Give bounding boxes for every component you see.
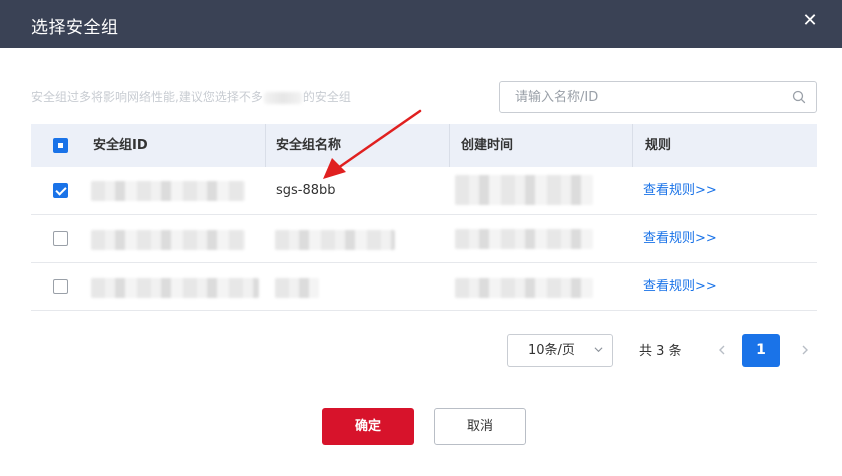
column-divider <box>265 124 266 167</box>
hint-text: 安全组过多将影响网络性能,建议您选择不多 的安全组 <box>31 88 351 105</box>
view-rules-link[interactable]: 查看规则>> <box>643 167 717 215</box>
redacted-id <box>91 278 259 298</box>
security-group-name: sgs-88bb <box>276 183 336 198</box>
column-header-rules: 规则 <box>645 138 672 153</box>
select-all-checkbox[interactable] <box>53 138 68 153</box>
page-size-value: 10条/页 <box>528 343 575 358</box>
chevron-right-icon[interactable] <box>798 340 812 360</box>
hint-suffix: 的安全组 <box>302 90 351 104</box>
search-box[interactable] <box>499 81 817 113</box>
chevron-left-icon[interactable] <box>715 340 729 360</box>
dialog-header: 选择安全组 ✕ <box>0 0 842 48</box>
total-count: 共 3 条 <box>639 344 682 359</box>
column-header-created: 创建时间 <box>461 138 514 153</box>
column-divider <box>449 124 450 167</box>
search-input[interactable] <box>515 88 775 106</box>
column-divider <box>632 124 633 167</box>
row-checkbox[interactable] <box>53 231 68 246</box>
table-row[interactable]: sgs-88bb 查看规则>> <box>31 167 817 215</box>
redacted-id <box>91 181 245 201</box>
confirm-button[interactable]: 确定 <box>322 408 414 445</box>
page-size-select[interactable]: 10条/页 <box>507 334 613 367</box>
row-checkbox[interactable] <box>53 183 68 198</box>
view-rules-link[interactable]: 查看规则>> <box>643 263 717 311</box>
hint-prefix: 安全组过多将影响网络性能,建议您选择不多 <box>31 90 263 104</box>
redacted-name <box>275 278 319 298</box>
row-checkbox[interactable] <box>53 279 68 294</box>
redacted-count <box>263 91 302 104</box>
redacted-id <box>91 230 245 250</box>
cancel-button[interactable]: 取消 <box>434 408 526 445</box>
search-icon[interactable] <box>792 90 806 104</box>
table-header: 安全组ID 安全组名称 创建时间 规则 <box>31 124 817 167</box>
column-header-id: 安全组ID <box>93 138 148 153</box>
column-header-name: 安全组名称 <box>276 138 342 153</box>
redacted-created-time <box>455 229 593 249</box>
redacted-created-time <box>455 175 593 205</box>
view-rules-link[interactable]: 查看规则>> <box>643 215 717 263</box>
security-group-table: 安全组ID 安全组名称 创建时间 规则 sgs-88bb 查看规则>> 查看规则… <box>31 124 817 311</box>
table-row[interactable]: 查看规则>> <box>31 215 817 263</box>
redacted-created-time <box>455 278 593 298</box>
page-button-current[interactable]: 1 <box>742 334 780 367</box>
close-icon[interactable]: ✕ <box>800 11 820 31</box>
redacted-name <box>275 230 395 250</box>
dialog-title: 选择安全组 <box>31 18 119 38</box>
chevron-down-icon <box>594 347 603 353</box>
table-row[interactable]: 查看规则>> <box>31 263 817 311</box>
